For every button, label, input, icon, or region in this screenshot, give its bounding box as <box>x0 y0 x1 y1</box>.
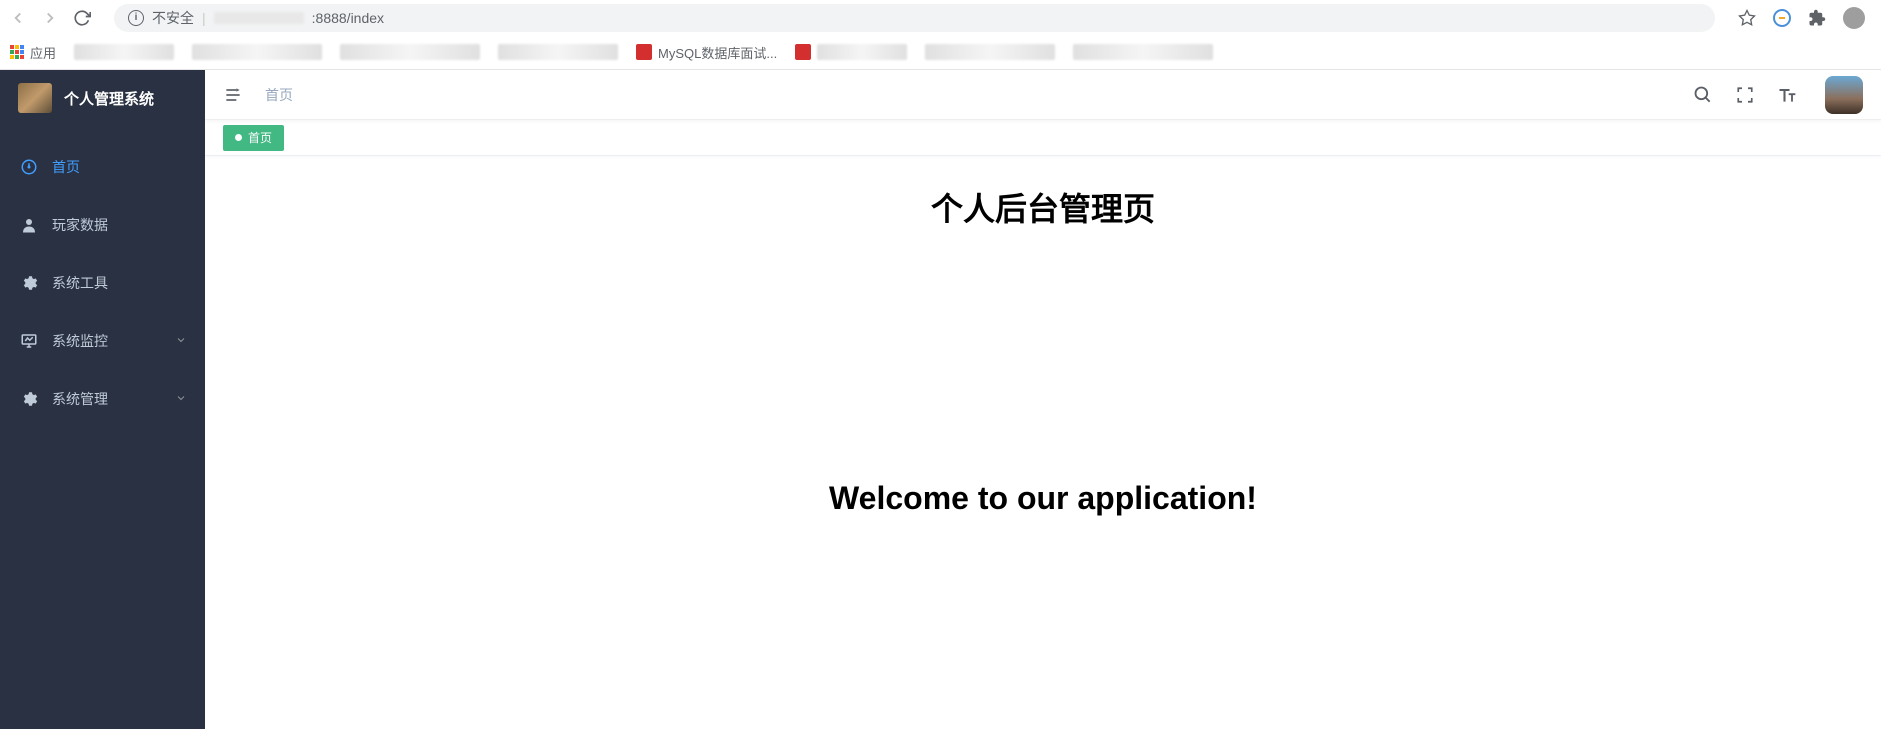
avatar[interactable] <box>1825 76 1863 114</box>
toolbar-right <box>1737 7 1873 29</box>
bookmark-blur-4[interactable] <box>498 44 618 60</box>
sidebar-item-label: 系统管理 <box>52 389 108 409</box>
tabs-bar: 首页 <box>205 120 1881 156</box>
user-icon <box>20 216 38 234</box>
address-blur <box>214 12 304 24</box>
hamburger-icon[interactable] <box>223 85 243 105</box>
browser-chrome: i 不安全 | :8888/index 应用 <box>0 0 1881 70</box>
star-icon[interactable] <box>1737 8 1757 28</box>
apps-label: 应用 <box>30 43 56 62</box>
tab-active-dot <box>235 134 242 141</box>
sidebar-item-label: 系统监控 <box>52 331 108 351</box>
bookmark-blur-3[interactable] <box>340 44 480 60</box>
monitor-icon <box>20 332 38 350</box>
breadcrumb[interactable]: 首页 <box>265 85 293 105</box>
address-separator: | <box>202 10 206 26</box>
bookmark-icon <box>636 44 652 60</box>
address-bar[interactable]: i 不安全 | :8888/index <box>114 4 1715 32</box>
font-size-icon[interactable] <box>1777 85 1797 105</box>
bookmark-blur-1[interactable] <box>74 44 174 60</box>
sidebar-item-system-tools[interactable]: 系统工具 <box>0 254 205 312</box>
tab-home[interactable]: 首页 <box>223 125 284 151</box>
bookmark-bar: 应用 MySQL数据库面试... <box>0 35 1881 69</box>
sidebar-item-system-manage[interactable]: 系统管理 <box>0 370 205 428</box>
bookmark-mysql[interactable]: MySQL数据库面试... <box>636 43 777 62</box>
gear-icon <box>20 274 38 292</box>
sidebar: 个人管理系统 首页 玩家数据 系统工具 <box>0 70 205 729</box>
tab-label: 首页 <box>248 129 272 146</box>
back-icon[interactable] <box>8 8 28 28</box>
bookmark-item-6[interactable] <box>795 44 907 60</box>
fullscreen-icon[interactable] <box>1735 85 1755 105</box>
profile-icon[interactable] <box>1843 7 1865 29</box>
main-area: 首页 首页 个人后台管理页 Welcome to ou <box>205 70 1881 729</box>
security-label: 不安全 <box>152 8 194 28</box>
bookmark-mysql-label: MySQL数据库面试... <box>658 43 777 62</box>
top-bar-right <box>1693 76 1863 114</box>
sidebar-menu: 首页 玩家数据 系统工具 系统监控 <box>0 126 205 428</box>
forward-icon[interactable] <box>40 8 60 28</box>
extensions-icon[interactable] <box>1807 8 1827 28</box>
extension-icon[interactable] <box>1773 9 1791 27</box>
search-icon[interactable] <box>1693 85 1713 105</box>
sidebar-item-player-data[interactable]: 玩家数据 <box>0 196 205 254</box>
info-icon: i <box>128 10 144 26</box>
chevron-down-icon <box>175 391 187 407</box>
gear-icon <box>20 390 38 408</box>
sidebar-item-label: 玩家数据 <box>52 215 108 235</box>
apps-icon <box>10 45 24 59</box>
url-text: :8888/index <box>312 10 384 26</box>
content-area: 个人后台管理页 Welcome to our application! <box>205 156 1881 729</box>
sidebar-item-system-monitor[interactable]: 系统监控 <box>0 312 205 370</box>
app-container: 个人管理系统 首页 玩家数据 系统工具 <box>0 70 1881 729</box>
bookmark-blur-6 <box>817 44 907 60</box>
apps-button[interactable]: 应用 <box>10 43 56 62</box>
sidebar-title: 个人管理系统 <box>64 88 154 109</box>
sidebar-header: 个人管理系统 <box>0 70 205 126</box>
top-bar: 首页 <box>205 70 1881 120</box>
bookmark-icon <box>795 44 811 60</box>
page-title: 个人后台管理页 <box>205 184 1881 230</box>
chevron-down-icon <box>175 333 187 349</box>
welcome-heading: Welcome to our application! <box>205 480 1881 517</box>
sidebar-item-label: 系统工具 <box>52 273 108 293</box>
bookmark-blur-2[interactable] <box>192 44 322 60</box>
bookmark-blur-8[interactable] <box>1073 44 1213 60</box>
sidebar-item-home[interactable]: 首页 <box>0 138 205 196</box>
bookmark-blur-7[interactable] <box>925 44 1055 60</box>
sidebar-item-label: 首页 <box>52 157 80 177</box>
sidebar-logo <box>18 83 52 113</box>
dashboard-icon <box>20 158 38 176</box>
browser-toolbar: i 不安全 | :8888/index <box>0 0 1881 35</box>
reload-icon[interactable] <box>72 8 92 28</box>
